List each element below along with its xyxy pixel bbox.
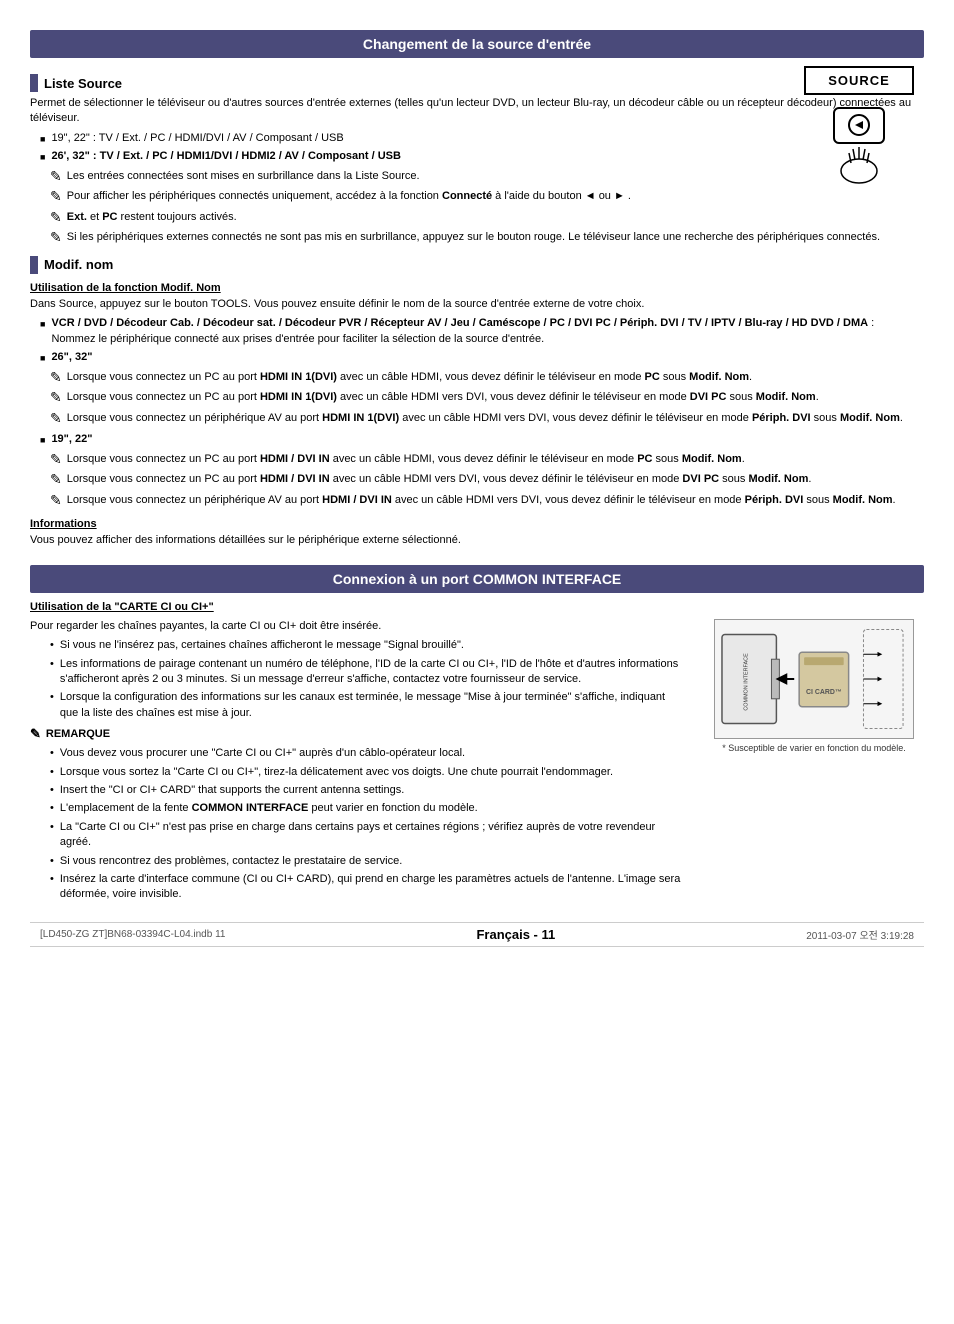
remarque-bullet-7: Insérez la carte d'interface commune (CI… — [50, 872, 684, 903]
remarque-title: REMARQUE — [30, 726, 684, 742]
ci-bullet-3: Lorsque la configuration des information… — [50, 690, 684, 721]
note-icon-4: ✎ — [50, 228, 62, 248]
liste-source-title: Liste Source — [30, 74, 914, 92]
ci-right: COMMON INTERFACE CI CARD — [704, 619, 924, 907]
source-label: SOURCE — [804, 66, 914, 95]
note-icon-26-1: ✎ — [50, 368, 62, 388]
ci-content: Pour regarder les chaînes payantes, la c… — [30, 619, 924, 907]
ci-bullet-2: Les informations de pairage contenant un… — [50, 657, 684, 688]
note-icon-3: ✎ — [50, 208, 62, 228]
note-icon-26-2: ✎ — [50, 388, 62, 408]
note-3: ✎ Ext. et PC restent toujours activés. — [50, 210, 914, 228]
remarque-bullet-3: Insert the "CI or CI+ CARD" that support… — [50, 783, 684, 798]
note-19-2: ✎ Lorsque vous connectez un PC au port H… — [50, 472, 914, 490]
note-icon-26-3: ✎ — [50, 409, 62, 429]
footer-left: [LD450-ZG ZT]BN68-03394C-L04.indb 11 — [40, 929, 225, 940]
section-ci: Connexion à un port COMMON INTERFACE Uti… — [30, 565, 924, 907]
note-1: ✎ Les entrées connectées sont mises en s… — [50, 169, 914, 187]
informations-title: Informations — [30, 518, 914, 530]
note-26-2: ✎ Lorsque vous connectez un PC au port H… — [50, 390, 914, 408]
ci-image-box: COMMON INTERFACE CI CARD — [714, 619, 914, 739]
note-icon-19-3: ✎ — [50, 491, 62, 511]
note-19-3: ✎ Lorsque vous connectez un périphérique… — [50, 493, 914, 511]
modif-bullet-26: 26", 32" — [40, 350, 914, 365]
remarque-bullet-6: Si vous rencontrez des problèmes, contac… — [50, 854, 684, 869]
modif-nom-block: Modif. nom Utilisation de la fonction Mo… — [30, 256, 914, 549]
note-icon-1: ✎ — [50, 167, 62, 187]
liste-source-intro: Permet de sélectionner le téléviseur ou … — [30, 96, 914, 127]
modif-bullets: VCR / DVD / Décodeur Cab. / Décodeur sat… — [40, 316, 914, 365]
page: Changement de la source d'entrée Liste S… — [30, 30, 924, 947]
section-ci-header: Connexion à un port COMMON INTERFACE — [30, 565, 924, 593]
ci-intro: Pour regarder les chaînes payantes, la c… — [30, 619, 684, 634]
note-26-3: ✎ Lorsque vous connectez un périphérique… — [50, 411, 914, 429]
ci-diagram-icon: COMMON INTERFACE CI CARD — [720, 624, 908, 734]
ci-left: Pour regarder les chaînes payantes, la c… — [30, 619, 684, 907]
footer-center: Français - 11 — [476, 927, 555, 942]
remarque-bullet-1: Vous devez vous procurer une "Carte CI o… — [50, 746, 684, 761]
footer-right: 2011-03-07 오전 3:19:28 — [806, 927, 914, 942]
note-icon-2: ✎ — [50, 187, 62, 207]
section-changement: Changement de la source d'entrée Liste S… — [30, 30, 924, 555]
ci-utilisation-title: Utilisation de la "CARTE CI ou CI+" — [30, 601, 924, 613]
svg-text:CI CARD™: CI CARD™ — [806, 689, 842, 696]
utilisation-title: Utilisation de la fonction Modif. Nom — [30, 282, 914, 294]
liste-source-block: Liste Source Permet de sélectionner le t… — [30, 74, 914, 248]
note-icon-19-2: ✎ — [50, 470, 62, 490]
svg-text:COMMON INTERFACE: COMMON INTERFACE — [744, 653, 750, 711]
ci-bullet-1: Si vous ne l'insérez pas, certaines chaî… — [50, 638, 684, 653]
remarque-bullets: Vous devez vous procurer une "Carte CI o… — [50, 746, 684, 903]
note-2: ✎ Pour afficher les périphériques connec… — [50, 189, 914, 207]
remarque-bullet-4: L'emplacement de la fente COMMON INTERFA… — [50, 801, 684, 816]
note-19-1: ✎ Lorsque vous connectez un PC au port H… — [50, 452, 914, 470]
remarque-bullet-2: Lorsque vous sortez la "Carte CI ou CI+"… — [50, 765, 684, 780]
ci-image-note: * Susceptible de varier en fonction du m… — [722, 743, 906, 753]
note-4: ✎ Si les périphériques externes connecté… — [50, 230, 914, 248]
informations-text: Vous pouvez afficher des informations dé… — [30, 533, 914, 548]
bullet-19-22: 19", 22" : TV / Ext. / PC / HDMI/DVI / A… — [40, 131, 914, 146]
section-changement-header: Changement de la source d'entrée — [30, 30, 924, 58]
modif-nom-title: Modif. nom — [30, 256, 914, 274]
modif-bullet-1: VCR / DVD / Décodeur Cab. / Décodeur sat… — [40, 316, 914, 347]
source-image-area: SOURCE — [804, 66, 914, 196]
remarque-bullet-5: La "Carte CI ou CI+" n'est pas prise en … — [50, 820, 684, 851]
ci-bullets: Si vous ne l'insérez pas, certaines chaî… — [50, 638, 684, 721]
footer-bar: [LD450-ZG ZT]BN68-03394C-L04.indb 11 Fra… — [30, 922, 924, 947]
bullet-19-list: 19", 22" — [40, 432, 914, 447]
modif-bullet-19: 19", 22" — [40, 432, 914, 447]
bullet-26-32: 26', 32" : TV / Ext. / PC / HDMI1/DVI / … — [40, 149, 914, 164]
utilisation-text: Dans Source, appuyez sur le bouton TOOLS… — [30, 297, 914, 312]
note-icon-19-1: ✎ — [50, 450, 62, 470]
liste-source-bullets: 19", 22" : TV / Ext. / PC / HDMI/DVI / A… — [40, 131, 914, 165]
note-26-1: ✎ Lorsque vous connectez un PC au port H… — [50, 370, 914, 388]
source-button-icon — [819, 103, 899, 193]
